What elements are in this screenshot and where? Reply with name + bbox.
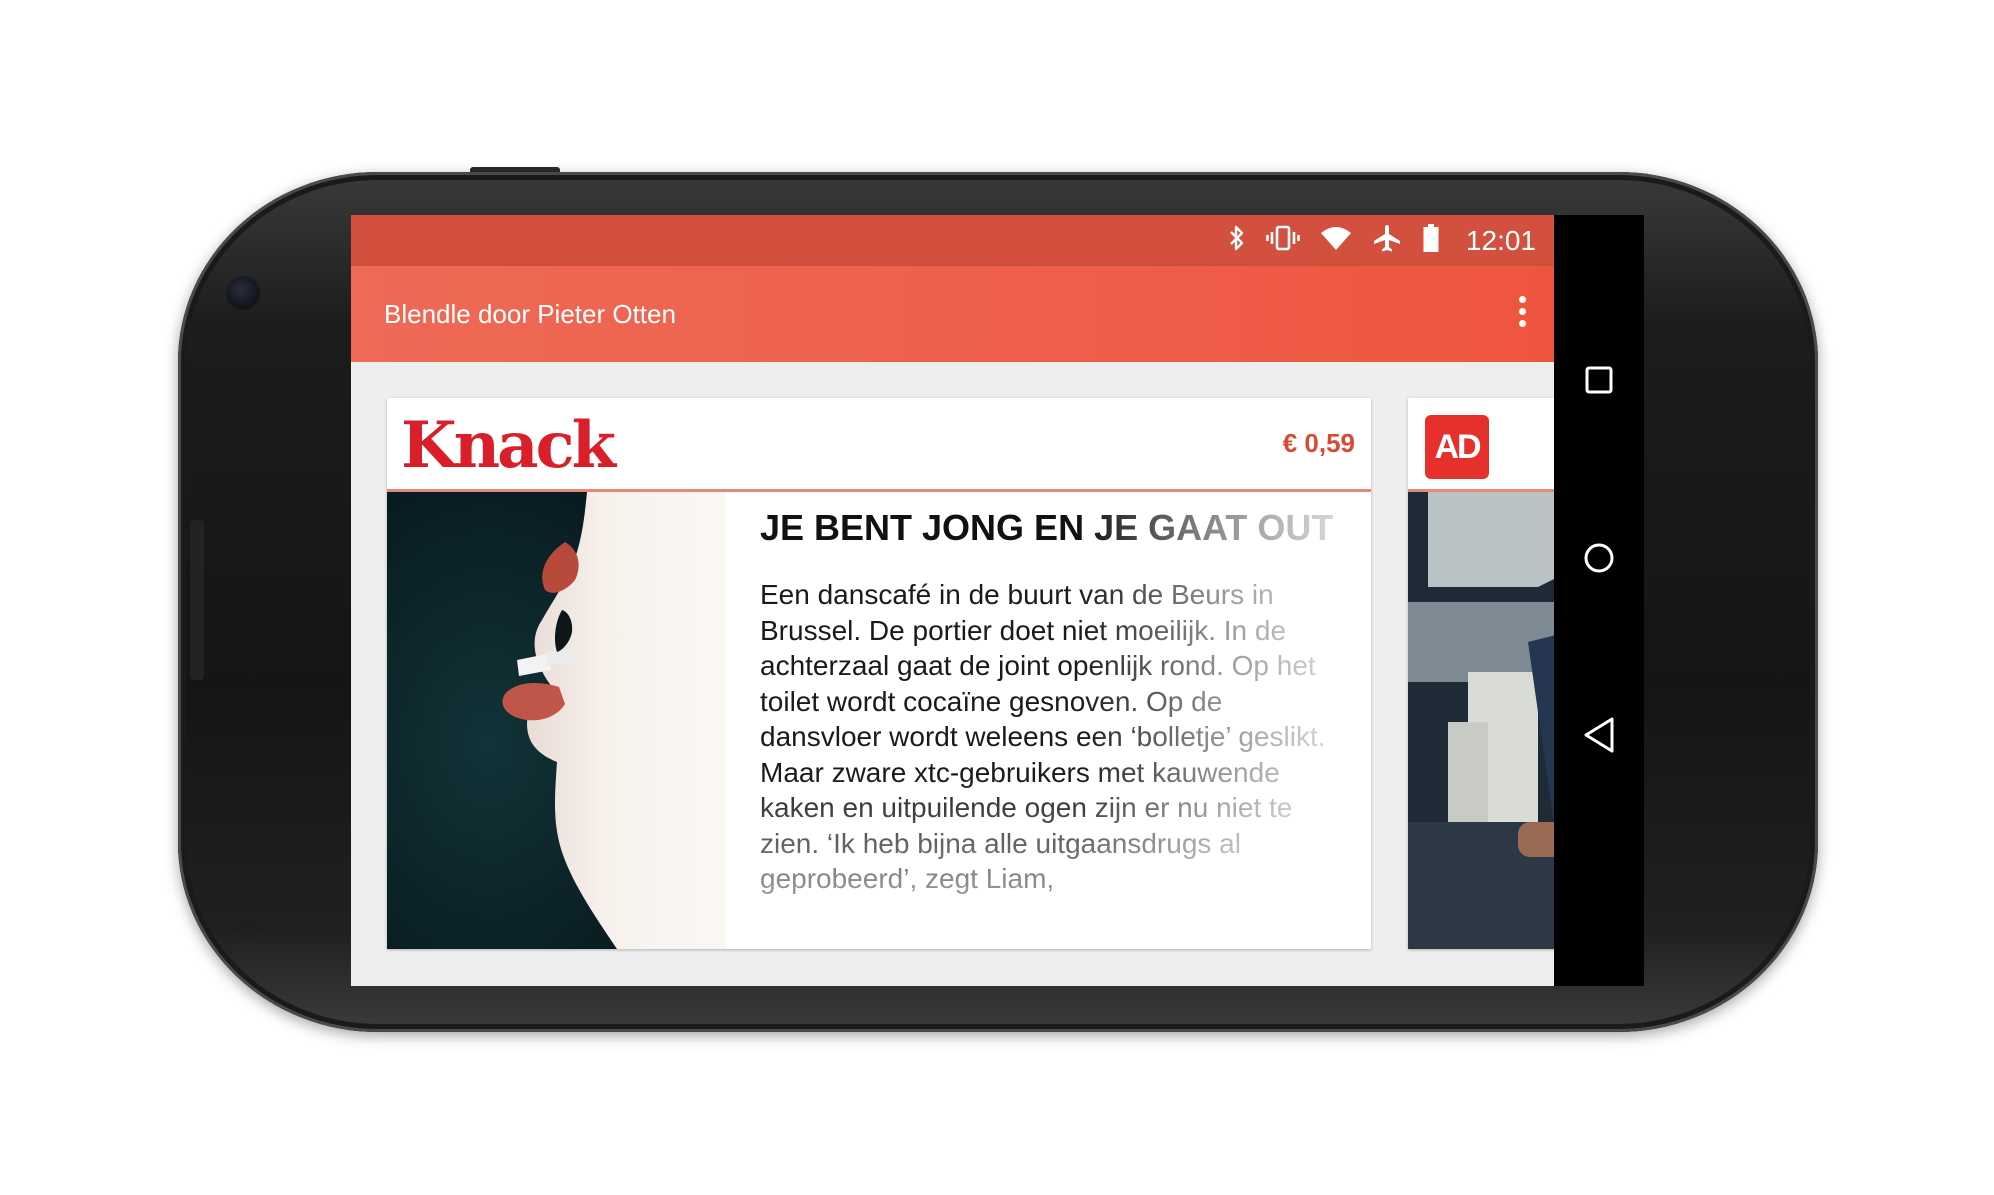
app-title: Blendle door Pieter Otten <box>384 299 676 329</box>
price-label[interactable]: € 0,59 <box>1283 398 1355 489</box>
navigation-bar <box>1554 215 1644 986</box>
home-icon[interactable] <box>1579 538 1619 578</box>
publication-logo-ad: AD <box>1425 415 1489 479</box>
screen: 12:01 Blendle door Pieter Otten Knack € … <box>351 215 1644 986</box>
article-card-header: Knack € 0,59 <box>387 398 1371 492</box>
clock: 12:01 <box>1465 224 1536 256</box>
status-bar: 12:01 <box>351 215 1554 266</box>
back-icon[interactable] <box>1579 715 1619 755</box>
sensor <box>236 890 258 912</box>
article-headline[interactable]: JE BENT JONG EN JE GAAT OUT <box>760 504 1340 551</box>
airplane-icon <box>1372 223 1402 258</box>
vibrate-icon <box>1266 224 1300 257</box>
article-card[interactable]: Knack € 0,59 JE BENT JONG EN JE GAAT OUT… <box>387 398 1371 949</box>
article-image <box>387 492 726 949</box>
bluetooth-icon <box>1228 224 1246 257</box>
wifi-icon <box>1320 225 1352 256</box>
status-icons: 12:01 <box>1228 215 1536 266</box>
article-text[interactable]: JE BENT JONG EN JE GAAT OUT Een danscafé… <box>760 492 1340 949</box>
recents-icon[interactable] <box>1579 360 1619 400</box>
publication-logo: Knack <box>401 408 616 483</box>
stage: 12:01 Blendle door Pieter Otten Knack € … <box>0 0 1994 1195</box>
battery-icon <box>1422 223 1440 258</box>
overflow-menu-icon[interactable] <box>1516 296 1528 332</box>
volume-button <box>190 520 204 680</box>
article-excerpt: Een danscafé in de buurt van de Beurs in… <box>760 579 1326 894</box>
article-feed[interactable]: Knack € 0,59 JE BENT JONG EN JE GAAT OUT… <box>351 362 1608 986</box>
app-bar: Blendle door Pieter Otten <box>351 266 1554 362</box>
front-camera <box>226 276 260 310</box>
sensor <box>236 915 258 937</box>
